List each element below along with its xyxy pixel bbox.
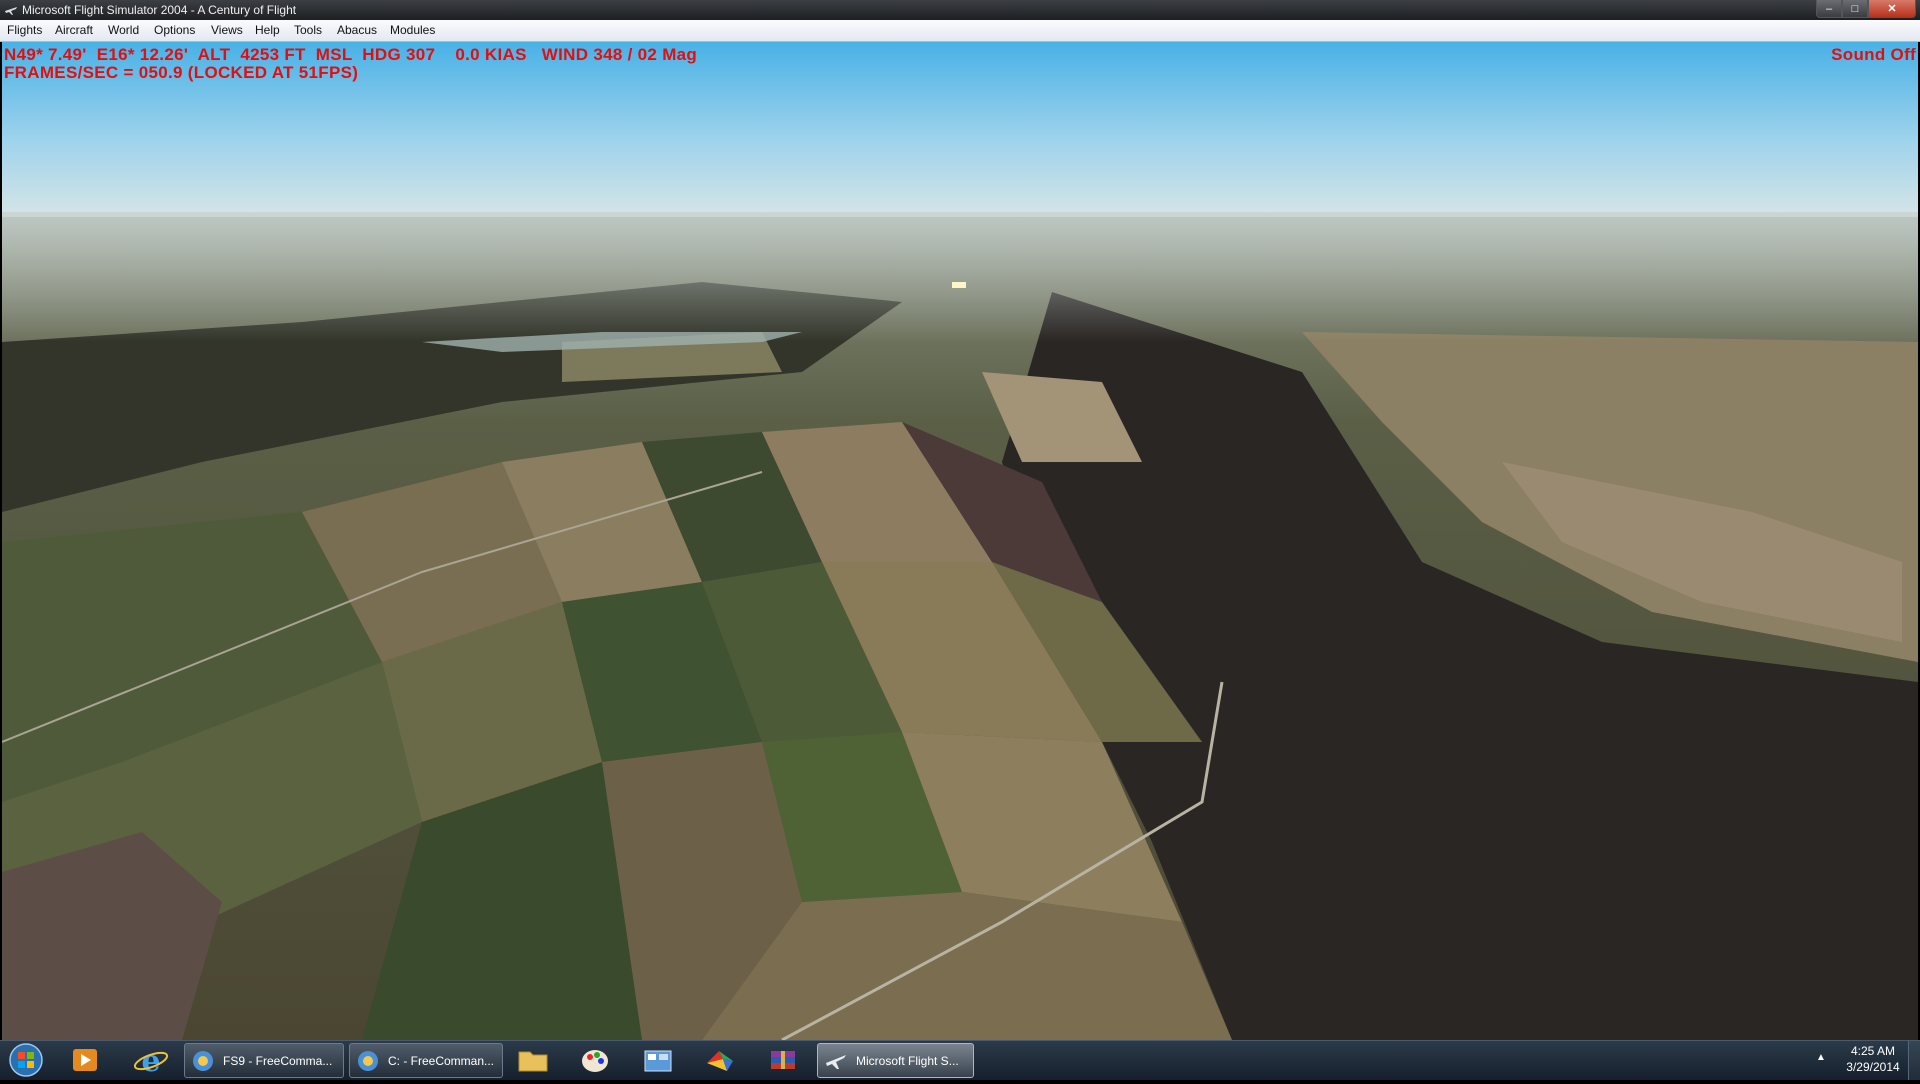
winrar-icon [771, 1051, 795, 1069]
runway-lights [952, 282, 966, 288]
minimize-button[interactable]: – [1816, 0, 1842, 18]
menu-world[interactable]: World [104, 23, 143, 37]
taskbar-item-label: Microsoft Flight S... [856, 1053, 959, 1068]
taskbar-item-fs9-freecommander[interactable]: FS9 - FreeComma... [184, 1043, 344, 1078]
airplane-icon [826, 1054, 846, 1069]
internet-explorer-icon: e [133, 1044, 169, 1079]
colorful-app-icon [707, 1051, 733, 1071]
paint-icon [582, 1050, 608, 1072]
sound-status: Sound Off [1831, 45, 1916, 64]
taskbar-item-label: C: - FreeComman... [388, 1053, 495, 1068]
taskbar-item-label: FS9 - FreeComma... [223, 1053, 333, 1068]
airplane-app-icon [5, 7, 17, 15]
menu-modules[interactable]: Modules [386, 23, 439, 37]
media-player-icon [73, 1049, 97, 1071]
menu-tools[interactable]: Tools [290, 23, 326, 37]
show-hidden-icons-button[interactable]: ▲ [1816, 1052, 1830, 1066]
internet-explorer-button[interactable]: e [128, 1043, 174, 1079]
colorful-app-button[interactable] [697, 1043, 743, 1078]
taskbar-item-flight-simulator[interactable]: Microsoft Flight S... [817, 1043, 974, 1078]
menu-help[interactable]: Help [251, 23, 284, 37]
taskbar-item-c-freecommander[interactable]: C: - FreeComman... [349, 1043, 503, 1078]
title-bar[interactable]: Microsoft Flight Simulator 2004 - A Cent… [0, 0, 1920, 20]
svg-text:e: e [141, 1044, 160, 1078]
system-clock[interactable]: 4:25 AM 3/29/2014 [1840, 1043, 1906, 1078]
aerial-terrain-scene [2, 42, 1918, 1040]
menu-flights[interactable]: Flights [3, 23, 46, 37]
file-explorer-button[interactable] [510, 1043, 556, 1078]
window-title: Microsoft Flight Simulator 2004 - A Cent… [22, 3, 297, 17]
freecommander-icon [358, 1050, 378, 1071]
control-panel-icon [644, 1050, 672, 1072]
control-panel-button[interactable] [635, 1043, 681, 1078]
show-desktop-button[interactable] [1908, 1041, 1920, 1080]
file-explorer-icon [518, 1051, 548, 1072]
media-player-button[interactable] [62, 1043, 108, 1078]
menu-views[interactable]: Views [207, 23, 247, 37]
menu-options[interactable]: Options [150, 23, 199, 37]
menu-abacus[interactable]: Abacus [333, 23, 381, 37]
hud-framerate-readout: FRAMES/SEC = 050.9 (LOCKED AT 51FPS) [4, 63, 359, 82]
start-button[interactable] [6, 1041, 46, 1079]
menu-bar: Flights Aircraft World Options Views Hel… [0, 20, 1920, 42]
windows-orb-icon [9, 1043, 43, 1077]
clock-time: 4:25 AM [1850, 1044, 1896, 1058]
freecommander-icon [193, 1050, 213, 1071]
flight-scene-viewport[interactable] [2, 42, 1918, 1040]
winrar-button[interactable] [760, 1043, 806, 1078]
hud-position-readout: N49* 7.49' E16* 12.26' ALT 4253 FT MSL H… [4, 45, 698, 64]
menu-aircraft[interactable]: Aircraft [51, 23, 97, 37]
close-button[interactable]: ✕ [1868, 0, 1916, 18]
horizon-haze [2, 212, 1918, 342]
maximize-button[interactable]: □ [1842, 0, 1868, 18]
clock-date: 3/29/2014 [1846, 1060, 1900, 1074]
paint-button[interactable] [572, 1043, 618, 1078]
